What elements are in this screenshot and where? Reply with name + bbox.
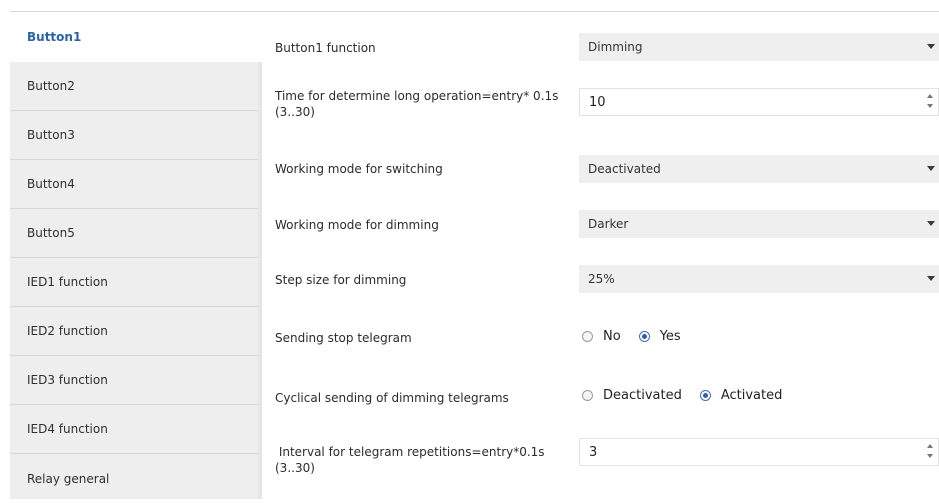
- sidebar-item-ied1-function[interactable]: IED1 function: [10, 258, 258, 307]
- switching-mode-select[interactable]: Deactivated: [579, 155, 939, 183]
- sidebar-item-label: Button3: [27, 128, 75, 142]
- cyclical-activated-radio[interactable]: Activated: [699, 388, 783, 403]
- radio-checked-icon: [638, 331, 650, 342]
- sidebar-item-ied2-function[interactable]: IED2 function: [10, 307, 258, 356]
- radio-checked-icon: [699, 390, 711, 401]
- cyclical-sending-radio-group: Deactivated Activated: [582, 388, 800, 403]
- sidebar-divider: [258, 62, 262, 499]
- switching-mode-label: Working mode for switching: [275, 162, 443, 176]
- sidebar-item-button4[interactable]: Button4: [10, 160, 258, 209]
- stop-telegram-label: Sending stop telegram: [275, 331, 412, 345]
- sidebar-item-label: IED2 function: [27, 324, 108, 338]
- step-size-label: Step size for dimming: [275, 273, 407, 287]
- interval-label-line1: Interval for telegram repetitions=entry*…: [275, 445, 545, 459]
- stop-telegram-yes-radio[interactable]: Yes: [638, 329, 681, 344]
- cyclical-sending-label: Cyclical sending of dimming telegrams: [275, 391, 509, 405]
- sidebar-item-button2[interactable]: Button2: [10, 62, 258, 111]
- sidebar: Button1 Button2 Button3 Button4 Button5 …: [10, 12, 258, 499]
- cyclical-deactivated-radio[interactable]: Deactivated: [582, 388, 682, 403]
- step-size-value: 25%: [588, 272, 615, 286]
- spinner-arrows-icon[interactable]: [927, 444, 935, 462]
- sidebar-item-ied4-function[interactable]: IED4 function: [10, 405, 258, 454]
- sidebar-item-label: Button5: [27, 226, 75, 240]
- interval-value: 3: [589, 444, 598, 460]
- radio-label: Yes: [659, 329, 681, 344]
- chevron-down-icon: [927, 44, 935, 49]
- dimming-mode-select[interactable]: Darker: [579, 210, 939, 238]
- sidebar-item-label: Relay general: [27, 471, 110, 486]
- chevron-down-icon: [927, 166, 935, 171]
- spinner-arrows-icon[interactable]: [927, 94, 935, 112]
- long-operation-label-line1: Time for determine long operation=entry*…: [275, 89, 559, 103]
- dimming-mode-label: Working mode for dimming: [275, 218, 439, 232]
- sidebar-item-label: Button1: [27, 30, 82, 44]
- sidebar-item-label: Button2: [27, 79, 75, 93]
- chevron-down-icon: [927, 221, 935, 226]
- sidebar-item-label: IED4 function: [27, 422, 108, 436]
- radio-label: Deactivated: [603, 388, 682, 403]
- dimming-mode-value: Darker: [588, 217, 629, 231]
- radio-label: Activated: [720, 388, 783, 403]
- long-operation-label-line2: (3..30): [275, 105, 315, 119]
- stop-telegram-no-radio[interactable]: No: [582, 329, 621, 344]
- function-label: Button1 function: [275, 41, 376, 55]
- stop-telegram-radio-group: No Yes: [582, 329, 699, 344]
- radio-icon: [582, 331, 593, 342]
- sidebar-item-relay-general[interactable]: Relay general: [10, 454, 258, 503]
- function-value: Dimming: [588, 40, 643, 54]
- switching-mode-value: Deactivated: [588, 162, 661, 176]
- sidebar-item-button3[interactable]: Button3: [10, 111, 258, 160]
- sidebar-item-label: IED3 function: [27, 373, 108, 387]
- radio-label: No: [603, 329, 621, 344]
- long-operation-value: 10: [589, 94, 606, 110]
- chevron-down-icon: [927, 276, 935, 281]
- sidebar-item-label: Button4: [27, 177, 75, 191]
- step-size-select[interactable]: 25%: [579, 265, 939, 293]
- interval-spinbox[interactable]: 3: [579, 438, 939, 466]
- sidebar-item-ied3-function[interactable]: IED3 function: [10, 356, 258, 405]
- interval-label-line2: (3..30): [275, 461, 315, 475]
- function-select[interactable]: Dimming: [579, 33, 939, 61]
- sidebar-item-button1[interactable]: Button1: [10, 12, 258, 62]
- sidebar-item-label: IED1 function: [27, 275, 108, 289]
- sidebar-item-button5[interactable]: Button5: [10, 209, 258, 258]
- long-operation-spinbox[interactable]: 10: [579, 88, 939, 116]
- radio-icon: [582, 390, 593, 401]
